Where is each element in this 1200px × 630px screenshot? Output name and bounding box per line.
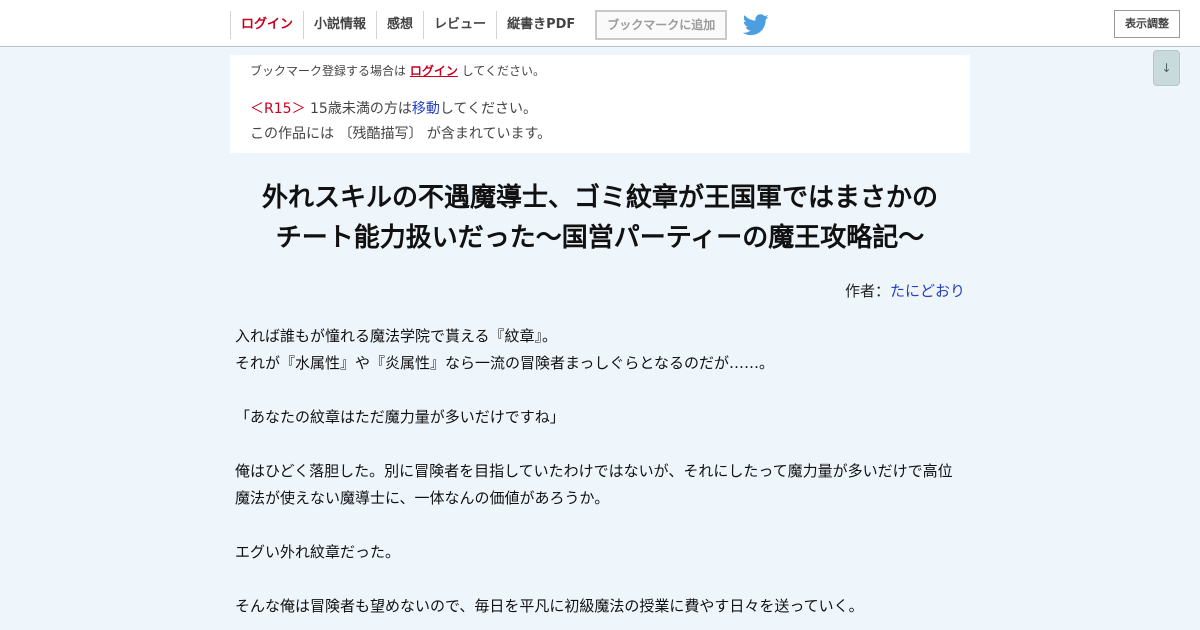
nav-novel-info[interactable]: 小説情報: [303, 11, 376, 39]
r15-label: ＜R15＞: [250, 101, 306, 117]
summary-line: [235, 431, 965, 458]
nav-vertical-pdf[interactable]: 縦書きPDF: [496, 11, 585, 39]
author-link[interactable]: たにどおり: [890, 282, 965, 300]
add-bookmark-button[interactable]: ブックマークに追加: [595, 10, 728, 40]
nav-impressions[interactable]: 感想: [376, 11, 423, 39]
summary-line: 魔法が使えない魔導士に、一体なんの価値があろうか。: [235, 489, 610, 507]
nav-review[interactable]: レビュー: [423, 11, 496, 39]
summary-line: エグい外れ紋章だった。: [235, 543, 401, 561]
nav-login[interactable]: ログイン: [230, 11, 303, 39]
title-line-1: 外れスキルの不遇魔導士、ゴミ紋章が王国軍ではまさかの: [261, 183, 938, 213]
summary-line: 俺はひどく落胆した。別に冒険者を目指していたわけではないが、それにしたって魔力量…: [235, 462, 953, 480]
top-navigation-bar: ログイン 小説情報 感想 レビュー 縦書きPDF ブックマークに追加 表示調整: [0, 0, 1200, 47]
notice-box: ブックマーク登録する場合は ログイン してください。 ＜R15＞ 15歳未満の方…: [230, 55, 970, 153]
scroll-down-button[interactable]: ↓: [1153, 50, 1180, 86]
title-line-2: チート能力扱いだった〜国営パーティーの魔王攻略記〜: [275, 223, 925, 253]
summary-line: [235, 566, 965, 593]
author-line: 作者：たにどおり: [230, 280, 965, 302]
notice-login-link[interactable]: ログイン: [410, 64, 458, 78]
author-label: 作者：: [844, 282, 890, 300]
bookmark-login-notice: ブックマーク登録する場合は ログイン してください。: [250, 64, 545, 78]
novel-title: 外れスキルの不遇魔導士、ゴミ紋章が王国軍ではまさかの チート能力扱いだった〜国営…: [230, 178, 970, 258]
novel-summary: 入れば誰もが憧れる魔法学院で貰える『紋章』。 それが『水属性』や『炎属性』なら一…: [235, 323, 965, 620]
summary-line: そんな俺は冒険者も望めないので、毎日を平凡に初級魔法の授業に費やす日々を送ってい…: [235, 597, 864, 615]
summary-line: 「あなたの紋章はただ魔力量が多いだけですね」: [235, 408, 565, 426]
twitter-share-icon[interactable]: [743, 13, 769, 37]
content-warning: この作品には 〔残酷描写〕 が含まれています。: [250, 126, 552, 142]
display-settings-button[interactable]: 表示調整: [1114, 10, 1180, 38]
summary-line: [235, 512, 965, 539]
move-link[interactable]: 移動: [412, 101, 440, 117]
summary-line: それが『水属性』や『炎属性』なら一流の冒険者まっしぐらとなるのだが……。: [235, 354, 774, 372]
main-nav: ログイン 小説情報 感想 レビュー 縦書きPDF ブックマークに追加: [230, 10, 769, 40]
summary-line: 入れば誰もが憧れる魔法学院で貰える『紋章』。: [235, 327, 558, 345]
summary-line: [235, 377, 965, 404]
age-notice: ＜R15＞ 15歳未満の方は移動してください。: [250, 101, 537, 117]
